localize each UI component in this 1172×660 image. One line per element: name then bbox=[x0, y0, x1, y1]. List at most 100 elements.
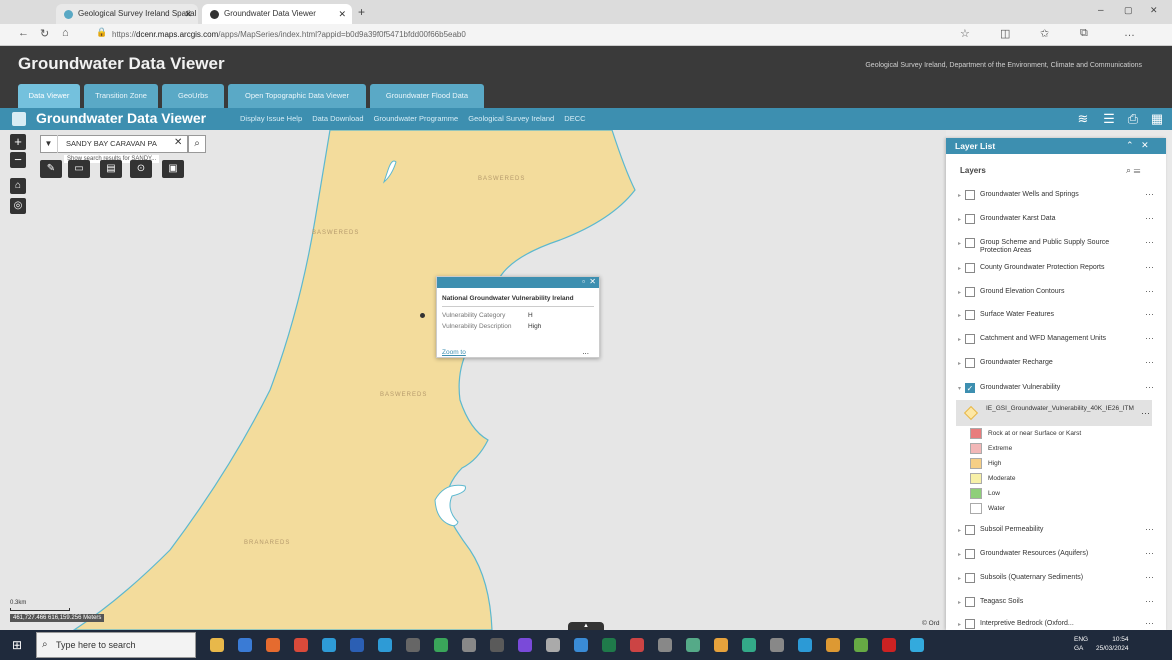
search-source-dropdown[interactable]: ▼ bbox=[40, 135, 58, 153]
maximize-popup-icon[interactable]: ▫ bbox=[582, 277, 585, 286]
layer-options-icon[interactable]: ··· bbox=[1145, 357, 1154, 367]
tab-data-viewer[interactable]: Data Viewer bbox=[18, 84, 80, 108]
layer-checkbox[interactable] bbox=[965, 549, 975, 559]
filter-icon[interactable]: ☰ bbox=[1134, 165, 1141, 175]
layer-item[interactable]: ▸ Groundwater Resources (Aquifers) ··· bbox=[950, 543, 1160, 565]
sublayer-options-icon[interactable]: ··· bbox=[1141, 408, 1150, 418]
legend-icon[interactable]: ☰ bbox=[1100, 110, 1118, 128]
browser-tab-groundwater[interactable]: Groundwater Data Viewer ✕ bbox=[202, 4, 352, 24]
expand-arrow-icon[interactable]: ▸ bbox=[958, 265, 961, 272]
layer-options-icon[interactable]: ··· bbox=[1145, 572, 1154, 582]
expand-arrow-icon[interactable]: ▸ bbox=[958, 621, 961, 628]
app-taskbar-icon[interactable] bbox=[574, 638, 588, 652]
app-taskbar-icon[interactable] bbox=[854, 638, 868, 652]
app-taskbar-icon[interactable] bbox=[826, 638, 840, 652]
collections-icon[interactable]: ⧉ bbox=[1080, 27, 1088, 40]
favorites-icon[interactable]: ✩ bbox=[1040, 27, 1049, 40]
layer-checkbox[interactable] bbox=[965, 358, 975, 368]
layer-item[interactable]: ▸ Groundwater Karst Data ··· bbox=[950, 208, 1160, 230]
extensions-icon[interactable]: ◫ bbox=[1000, 27, 1010, 40]
layer-options-icon[interactable]: ··· bbox=[1145, 286, 1154, 296]
popup-more-button[interactable]: ... bbox=[582, 347, 589, 356]
layer-checkbox[interactable] bbox=[965, 287, 975, 297]
minimize-icon[interactable]: – bbox=[1098, 5, 1104, 16]
layer-options-icon[interactable]: ··· bbox=[1145, 618, 1154, 628]
expand-arrow-icon[interactable]: ▸ bbox=[958, 575, 961, 582]
layer-item[interactable]: ▸ Group Scheme and Public Supply Source P… bbox=[950, 232, 1160, 254]
file-explorer-taskbar-icon[interactable] bbox=[294, 638, 308, 652]
layer-checkbox[interactable] bbox=[965, 214, 975, 224]
layer-item[interactable]: ▸ Groundwater Wells and Springs ··· bbox=[950, 184, 1160, 206]
print-icon[interactable]: ⎙ bbox=[1124, 110, 1142, 128]
teams-taskbar-icon[interactable] bbox=[462, 638, 476, 652]
query-tool-button[interactable]: ⊙ bbox=[130, 160, 152, 178]
expand-arrow-icon[interactable]: ▸ bbox=[958, 192, 961, 199]
app-taskbar-icon[interactable] bbox=[910, 638, 924, 652]
layer-item[interactable]: ▸ Surface Water Features ··· bbox=[950, 304, 1160, 326]
layer-item[interactable]: ▸ Catchment and WFD Management Units ··· bbox=[950, 328, 1160, 350]
link-data-download[interactable]: Data Download bbox=[312, 114, 363, 123]
layer-checkbox[interactable] bbox=[965, 619, 975, 629]
windows-start-icon[interactable]: ⊞ bbox=[12, 638, 26, 652]
url-field[interactable]: https://dcenr.maps.arcgis.com/apps/MapSe… bbox=[112, 27, 912, 43]
home-button[interactable]: ⌂ bbox=[10, 178, 26, 194]
layers-icon[interactable]: ≋ bbox=[1074, 110, 1092, 128]
close-popup-icon[interactable]: ✕ bbox=[589, 277, 596, 286]
export-tool-button[interactable]: ▣ bbox=[162, 160, 184, 178]
layer-options-icon[interactable]: ··· bbox=[1145, 382, 1154, 392]
layer-item[interactable]: ▸ County Groundwater Protection Reports ··… bbox=[950, 257, 1160, 279]
link-display-issue-help[interactable]: Display Issue Help bbox=[240, 114, 302, 123]
task-view-taskbar-icon[interactable] bbox=[238, 638, 252, 652]
collapse-panel-icon[interactable]: ⌃ bbox=[1126, 140, 1134, 150]
firefox-taskbar-icon[interactable] bbox=[322, 638, 336, 652]
chrome-taskbar-icon[interactable] bbox=[350, 638, 364, 652]
zoom-in-button[interactable]: + bbox=[10, 134, 26, 150]
sublayer-item[interactable]: IE_GSI_Groundwater_Vulnerability_40K_IE2… bbox=[956, 400, 1152, 426]
layer-checkbox[interactable] bbox=[965, 525, 975, 535]
layer-options-icon[interactable]: ··· bbox=[1145, 237, 1154, 247]
close-panel-icon[interactable]: ✕ bbox=[1141, 140, 1149, 150]
clear-search-icon[interactable]: ✕ bbox=[174, 137, 182, 148]
layer-options-icon[interactable]: ··· bbox=[1145, 213, 1154, 223]
app-taskbar-icon[interactable] bbox=[770, 638, 784, 652]
tab-geourbs[interactable]: GeoUrbs bbox=[162, 84, 224, 108]
layer-item[interactable]: ▸ Groundwater Recharge ··· bbox=[950, 352, 1160, 374]
zoom-to-link[interactable]: Zoom to bbox=[442, 349, 466, 356]
tab-groundwater-flood[interactable]: Groundwater Flood Data bbox=[370, 84, 484, 108]
outlook-taskbar-icon[interactable] bbox=[378, 638, 392, 652]
app-taskbar-icon[interactable] bbox=[630, 638, 644, 652]
expand-arrow-icon[interactable]: ▸ bbox=[958, 551, 961, 558]
draw-tool-button[interactable]: ✎ bbox=[40, 160, 62, 178]
layer-checkbox[interactable] bbox=[965, 334, 975, 344]
layer-options-icon[interactable]: ··· bbox=[1145, 309, 1154, 319]
excel-taskbar-icon[interactable] bbox=[434, 638, 448, 652]
expand-arrow-icon[interactable]: ▸ bbox=[958, 527, 961, 534]
layer-checkbox[interactable]: ✓ bbox=[965, 383, 975, 393]
select-tool-button[interactable]: ▤ bbox=[100, 160, 122, 178]
app-taskbar-icon[interactable] bbox=[714, 638, 728, 652]
layer-item[interactable]: ▸ Subsoil Permeability ··· bbox=[950, 519, 1160, 541]
app-taskbar-icon[interactable] bbox=[882, 638, 896, 652]
search-button[interactable]: ⌕ bbox=[188, 135, 206, 153]
app-taskbar-icon[interactable] bbox=[742, 638, 756, 652]
expand-arrow-icon[interactable]: ▸ bbox=[958, 312, 961, 319]
link-decc[interactable]: DECC bbox=[564, 114, 585, 123]
layer-options-icon[interactable]: ··· bbox=[1145, 333, 1154, 343]
expand-arrow-icon[interactable]: ▸ bbox=[958, 599, 961, 606]
expand-arrow-icon[interactable]: ▸ bbox=[958, 240, 961, 247]
expand-arrow-icon[interactable]: ▸ bbox=[958, 360, 961, 367]
more-icon[interactable]: … bbox=[1124, 27, 1135, 39]
close-tab-icon[interactable]: ✕ bbox=[184, 4, 192, 24]
new-tab-icon[interactable]: + bbox=[358, 5, 365, 19]
layer-checkbox[interactable] bbox=[965, 263, 975, 273]
tab-transition-zone[interactable]: Transition Zone bbox=[84, 84, 158, 108]
close-tab-icon[interactable]: ✕ bbox=[338, 4, 346, 24]
layer-checkbox[interactable] bbox=[965, 310, 975, 320]
system-clock[interactable]: 10:54 25/03/2024 bbox=[1096, 635, 1129, 653]
locate-button[interactable]: ◎ bbox=[10, 198, 26, 214]
app-taskbar-icon[interactable] bbox=[602, 638, 616, 652]
notes-taskbar-icon[interactable] bbox=[518, 638, 532, 652]
basemap-icon[interactable]: ▦ bbox=[1148, 110, 1166, 128]
link-groundwater-programme[interactable]: Groundwater Programme bbox=[374, 114, 459, 123]
layer-checkbox[interactable] bbox=[965, 190, 975, 200]
